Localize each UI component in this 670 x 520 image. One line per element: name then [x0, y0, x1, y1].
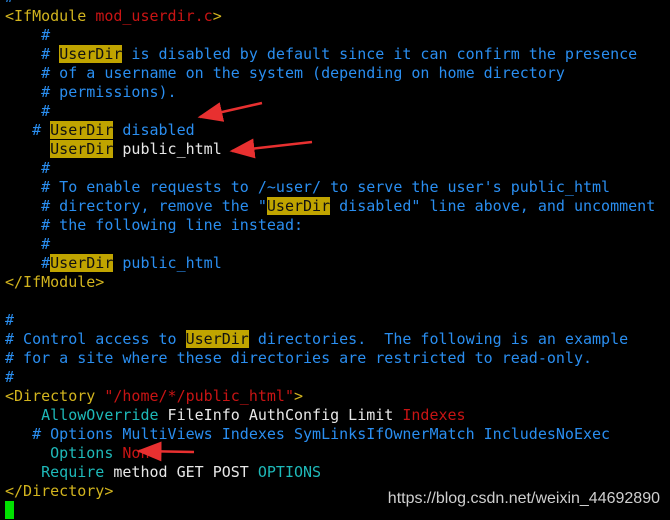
code-token: # [5, 45, 60, 63]
editor-line: # UserDir is disabled by default since i… [5, 45, 655, 64]
editor-line: #UserDir public_html [5, 254, 655, 273]
code-token: method GET POST [104, 463, 258, 481]
code-token: # [5, 235, 51, 253]
editor-line: # [5, 368, 655, 387]
editor-line: # Options MultiViews Indexes SymLinksIfO… [5, 425, 655, 444]
editor-line: # To enable requests to /~user/ to serve… [5, 178, 655, 197]
code-token: # [5, 159, 51, 177]
code-token: directories. The following is an example [248, 330, 629, 348]
code-token: Require [41, 463, 105, 481]
code-token: Indexes [402, 406, 466, 424]
code-token: AllowOverride [41, 406, 159, 424]
code-token: # [5, 26, 51, 44]
editor-line: UserDir public_html [5, 140, 655, 159]
editor-line: # [5, 235, 655, 254]
code-token: # [5, 254, 51, 272]
code-token: FileInfo AuthConfig Limit [158, 406, 403, 424]
editor-line: # [5, 159, 655, 178]
code-token: # [5, 368, 15, 386]
search-highlight: UserDir [59, 45, 123, 63]
editor-line: Options None [5, 444, 655, 463]
search-highlight: UserDir [50, 121, 114, 139]
code-token: # [5, 0, 14, 6]
editor-line: # [5, 102, 655, 121]
search-highlight: UserDir [50, 140, 114, 158]
editor-line: AllowOverride FileInfo AuthConfig Limit … [5, 406, 655, 425]
vim-editor-buffer[interactable]: #<IfModule mod_userdir.c> # # UserDir is… [5, 0, 655, 520]
code-token: <Directory [5, 387, 105, 405]
code-token: public_html [113, 140, 222, 158]
code-token: disabled" line above, and uncomment [330, 197, 656, 215]
code-token: # permissions). [5, 83, 177, 101]
editor-line: # Control access to UserDir directories.… [5, 330, 655, 349]
code-token: # [5, 311, 15, 329]
code-token: # Options MultiViews Indexes SymLinksIfO… [5, 425, 611, 443]
search-highlight: UserDir [50, 254, 114, 272]
editor-line: # [5, 311, 655, 330]
watermark: https://blog.csdn.net/weixin_44692890 [387, 490, 660, 507]
editor-line: # for a site where these directories are… [5, 349, 655, 368]
editor-line: <IfModule mod_userdir.c> [5, 7, 655, 26]
editor-line: # [5, 26, 655, 45]
code-token: None [122, 444, 159, 462]
code-token: # the following line instead: [5, 216, 304, 234]
editor-line: </IfModule> [5, 273, 655, 292]
code-token: # To enable requests to /~user/ to serve… [5, 178, 611, 196]
search-highlight: UserDir [185, 330, 249, 348]
code-token: disabled [113, 121, 195, 139]
code-token: is disabled by default since it can conf… [122, 45, 638, 63]
editor-line: Require method GET POST OPTIONS [5, 463, 655, 482]
editor-line: # permissions). [5, 83, 655, 102]
editor-line: <Directory "/home/*/public_html"> [5, 387, 655, 406]
search-highlight: UserDir [266, 197, 331, 215]
code-token: # [5, 102, 51, 120]
code-token: OPTIONS [257, 463, 322, 481]
editor-line: # of a username on the system (depending… [5, 64, 655, 83]
code-token: </IfModule> [5, 273, 105, 291]
code-token: # of a username on the system (depending… [5, 64, 565, 82]
code-token: > [212, 7, 222, 25]
code-token: # Control access to [5, 330, 186, 348]
editor-line: # the following line instead: [5, 216, 655, 235]
code-token: # [5, 121, 51, 139]
code-token: public_html [113, 254, 222, 272]
code-token: # directory, remove the " [5, 197, 267, 215]
text-cursor [5, 501, 14, 519]
code-token: "/home/*/public_html" [104, 387, 294, 405]
code-token: # for a site where these directories are… [5, 349, 592, 367]
code-token: Options [50, 444, 114, 462]
editor-line: # [5, 0, 655, 7]
code-token: </Directory> [5, 482, 114, 500]
editor-line: # UserDir disabled [5, 121, 655, 140]
code-token: > [294, 387, 304, 405]
editor-line: # directory, remove the "UserDir disable… [5, 197, 655, 216]
code-token: mod_userdir.c [95, 7, 213, 25]
code-token: <IfModule [5, 7, 96, 25]
